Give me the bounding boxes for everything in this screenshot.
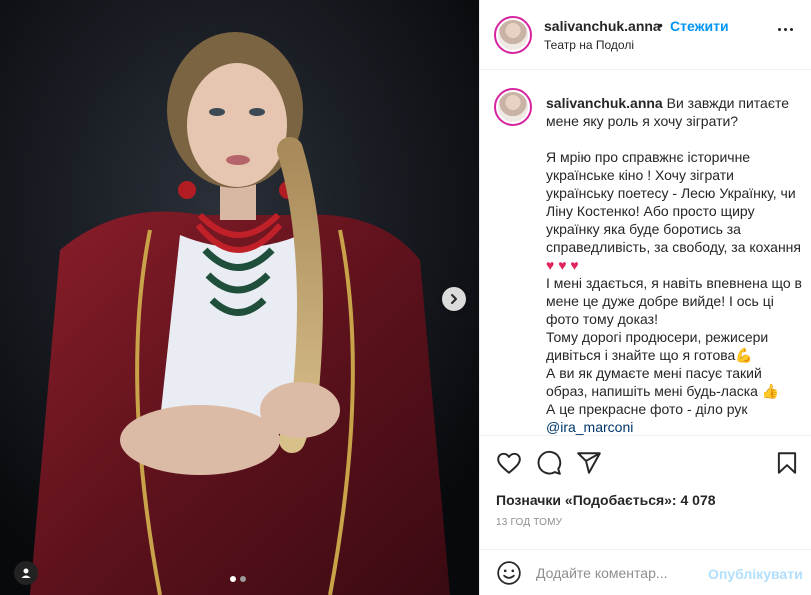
more-options-icon[interactable] [778, 28, 793, 31]
chevron-right-icon [451, 294, 457, 304]
bookmark-icon[interactable] [774, 450, 800, 476]
post-timestamp[interactable]: 13 ГОД ТОМУ [496, 517, 562, 528]
send-icon[interactable] [576, 450, 602, 476]
location-link[interactable]: Театр на Подолі [544, 38, 634, 52]
carousel-indicator [230, 576, 246, 582]
post-header: salivanchuk.anna • Стежити Театр на Подо… [480, 0, 811, 70]
post-caption: salivanchuk.anna Ви завжди питаєте мене … [546, 94, 804, 435]
emoji-icon[interactable] [496, 560, 522, 586]
caption-author-avatar[interactable] [494, 88, 532, 126]
caption-username[interactable]: salivanchuk.anna [546, 95, 663, 111]
hearts-emoji: ♥ ♥ ♥ [546, 257, 579, 273]
post-photo [0, 0, 479, 595]
author-username[interactable]: salivanchuk.anna [544, 18, 661, 34]
caption-paragraph: Тому дорогі продюсери, режисери дивіться… [546, 329, 769, 363]
post-actions [480, 437, 811, 487]
author-avatar[interactable] [494, 16, 532, 54]
user-tag-icon [21, 568, 31, 578]
user-tags-button[interactable] [14, 561, 38, 585]
carousel-dot [240, 576, 246, 582]
likes-count[interactable]: Позначки «Подобається»: 4 078 [496, 492, 716, 508]
mention-link[interactable]: @ira_marconi [546, 419, 633, 435]
separator-dot: • [658, 17, 663, 33]
next-slide-button[interactable] [442, 287, 466, 311]
comments-scroll-area[interactable]: salivanchuk.anna Ви завжди питаєте мене … [480, 70, 811, 436]
comment-icon[interactable] [536, 450, 562, 476]
add-comment-bar: Опублікувати [480, 549, 811, 595]
publish-button[interactable]: Опублікувати [708, 566, 803, 582]
carousel-dot-active [230, 576, 236, 582]
heart-icon[interactable] [496, 450, 522, 476]
post-media[interactable] [0, 0, 479, 595]
comment-input[interactable] [536, 560, 706, 586]
caption-paragraph: Я мрію про справжнє історичне українське… [546, 149, 801, 255]
caption-paragraph: А ви як думаєте мені пасує такий образ, … [546, 365, 780, 399]
caption-paragraph: А це прекрасне фото - діло рук [546, 401, 748, 417]
caption-paragraph: І мені здається, я навіть впевнена що в … [546, 275, 802, 327]
post-details-panel: salivanchuk.anna • Стежити Театр на Подо… [479, 0, 811, 595]
follow-button[interactable]: Стежити [670, 18, 729, 34]
